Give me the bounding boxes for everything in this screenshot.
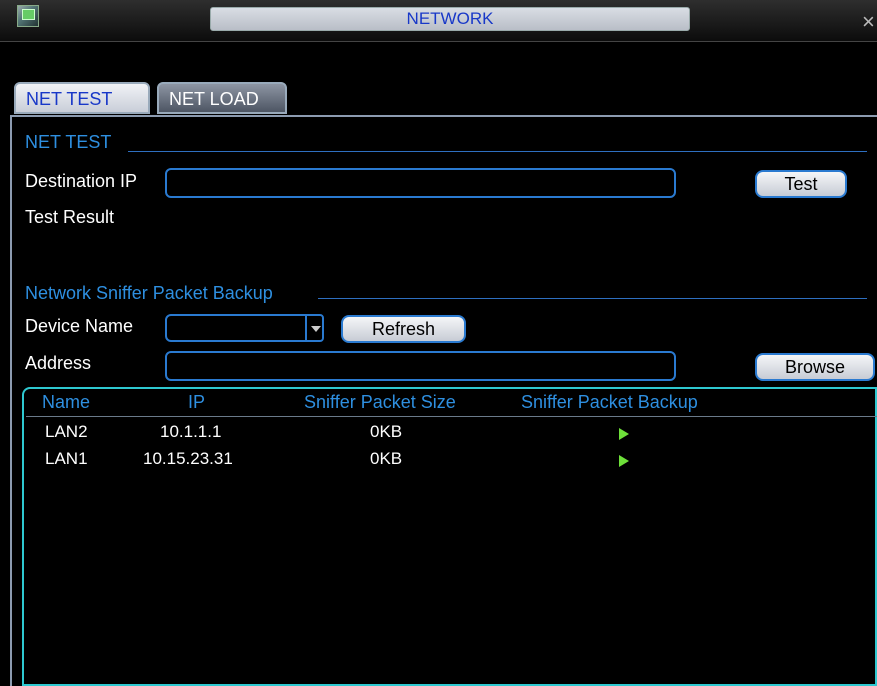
device-name-select[interactable]	[165, 314, 307, 342]
column-header-size: Sniffer Packet Size	[304, 392, 456, 412]
row-name: LAN1	[45, 449, 88, 468]
column-header-backup: Sniffer Packet Backup	[521, 392, 698, 412]
chevron-down-icon[interactable]	[305, 314, 324, 342]
device-name-label: Device Name	[25, 316, 134, 336]
address-label: Address	[25, 353, 92, 373]
destination-ip-label: Destination IP	[25, 171, 138, 191]
section-divider	[128, 151, 867, 152]
tab-net-load[interactable]: NET LOAD	[157, 82, 287, 114]
column-header-ip: IP	[188, 392, 206, 412]
test-result-label: Test Result	[25, 207, 115, 227]
sniffer-table	[22, 387, 877, 686]
browse-button[interactable]: Browse	[755, 353, 875, 381]
title-bar: NETWORK ×	[0, 0, 877, 42]
destination-ip-input[interactable]	[165, 168, 676, 198]
row-size: 0KB	[370, 422, 403, 441]
net-test-section-title: NET TEST	[25, 132, 112, 152]
row-ip: 10.15.23.31	[143, 449, 233, 468]
address-input[interactable]	[165, 351, 676, 381]
column-header-name: Name	[42, 392, 91, 412]
test-button[interactable]: Test	[755, 170, 847, 198]
play-icon[interactable]	[619, 455, 629, 467]
tab-net-test[interactable]: NET TEST	[14, 82, 150, 114]
table-header-divider	[26, 416, 877, 417]
row-name: LAN2	[45, 422, 88, 441]
play-icon[interactable]	[619, 428, 629, 440]
row-size: 0KB	[370, 449, 403, 468]
monitor-icon	[17, 5, 39, 27]
row-ip: 10.1.1.1	[160, 422, 222, 441]
section-divider	[318, 298, 867, 299]
refresh-button[interactable]: Refresh	[341, 315, 466, 343]
sniffer-section-title: Network Sniffer Packet Backup	[25, 283, 273, 303]
window-title: NETWORK	[210, 7, 690, 31]
close-icon[interactable]: ×	[862, 8, 877, 36]
